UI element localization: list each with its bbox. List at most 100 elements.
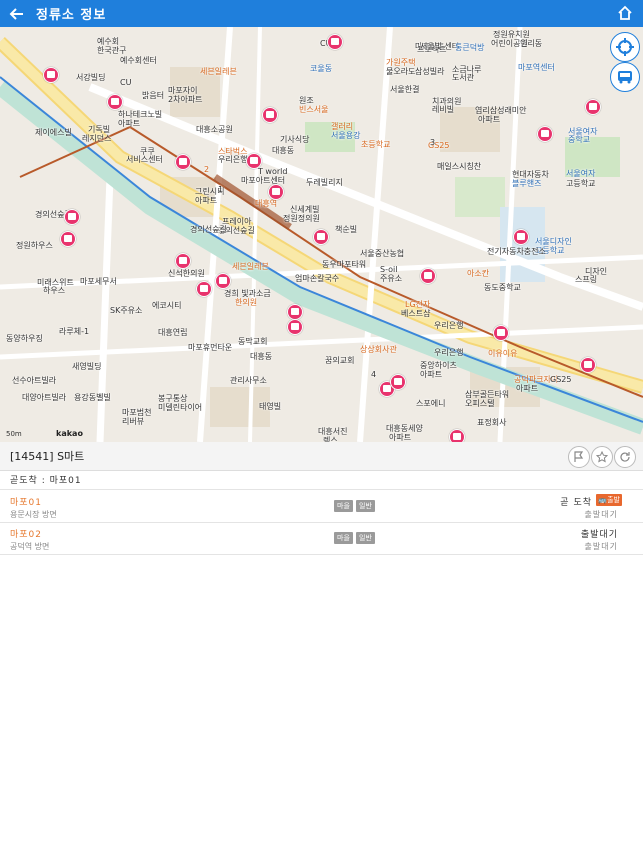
map-place-label: 전기자동차충전소 [487, 247, 546, 256]
map-place-label: T world [258, 167, 288, 176]
map-place-label: 우리은행 [434, 321, 464, 330]
route-class-tag: 일반 [356, 532, 375, 544]
bus-stop-marker[interactable] [287, 319, 303, 335]
map-place-label: 어린이공원 [491, 39, 528, 48]
home-icon [618, 5, 632, 20]
map-place-label: 서비스센터 [126, 155, 163, 164]
home-button[interactable] [615, 3, 635, 23]
map-place-label: 리버뷰 [122, 417, 145, 426]
map-place-label: 마포역센터 [518, 63, 555, 72]
bus-badge-icon: 🚌 [598, 496, 608, 504]
bus-stop-marker[interactable] [580, 357, 596, 373]
bus-stop-marker[interactable] [246, 153, 262, 169]
bus-stop-marker[interactable] [268, 184, 284, 200]
flag-button[interactable] [568, 446, 590, 468]
back-button[interactable] [4, 0, 30, 27]
refresh-button[interactable] [614, 446, 636, 468]
map-place-label: 상상회사관 [360, 345, 397, 354]
map-place-label: 정원하우스 [16, 241, 53, 250]
map-place-label: 베스트샵 [401, 309, 431, 318]
map-place-label: 대흥동 [250, 352, 273, 361]
map-place-label: 도서관 [452, 73, 475, 82]
bus-stop-marker[interactable] [420, 268, 436, 284]
bus-stop-marker[interactable] [107, 94, 123, 110]
bus-stop-marker[interactable] [175, 253, 191, 269]
crosshair-icon [616, 38, 634, 56]
route-type-tag: 마을 [334, 532, 353, 544]
map-place-label: 고등학교 [566, 179, 596, 188]
map-place-label: 통큰덕방 [455, 43, 485, 52]
map-place-label: 코울동 [310, 64, 333, 73]
map-place-label: 세븐일레븐 [200, 67, 237, 76]
map-place-label: 동양하우징 [6, 334, 43, 343]
map-place-label: 봉구통상 [158, 394, 188, 403]
bus-stop-marker[interactable] [390, 374, 406, 390]
bus-stop-marker[interactable] [313, 229, 329, 245]
route-name: 마포02 [10, 530, 43, 540]
bus-stop-marker[interactable] [262, 107, 278, 123]
map-place-label: 두레빌리지 [306, 178, 343, 187]
map-place-label: 삼성빌라 [415, 67, 445, 76]
map-place-label: 엄마손칼국수 [295, 274, 340, 283]
bus-stop-marker[interactable] [449, 429, 465, 442]
map-place-label: 중학교 [568, 135, 591, 144]
bus-stop-marker[interactable] [64, 209, 80, 225]
map-place-label: 신세계빌 [290, 205, 320, 214]
map-view[interactable]: 예수회 한국관구 예수회센터 마포자이 2차아파트 세븐일레븐 서강빌딩 CU 밝음터 하나테크노… [0, 27, 643, 442]
map-place-label: 서강빌딩 [76, 73, 106, 82]
bus-stop-marker[interactable] [43, 67, 59, 83]
map-place-label: 기독빌 [88, 125, 111, 134]
bus-stop-marker[interactable] [60, 231, 76, 247]
map-place-label: 스프링 [575, 275, 598, 284]
route-name: 마포01 [10, 498, 43, 508]
map-place-label: 우리은행 [434, 348, 464, 357]
route-row[interactable]: 마포02 공덕역 방면 마을 일반 출발대기 출발대기 [0, 522, 643, 555]
bus-stop-marker[interactable] [585, 99, 601, 115]
route-direction: 용문시장 방면 [10, 510, 57, 519]
bus-stop-marker[interactable] [513, 229, 529, 245]
route-class-tag: 일반 [356, 500, 375, 512]
map-place-label: 경희 빛과소금 [224, 289, 271, 298]
route-row[interactable]: 마포01 용문시장 방면 마을 일반 곧 도착 🚌출발 출발대기 [0, 490, 643, 523]
map-place-label: 동막교회 [238, 337, 268, 346]
back-arrow-icon [9, 7, 23, 20]
map-place-label: 스포에니 [416, 399, 446, 408]
map-place-label: 주유소 [380, 274, 403, 283]
bus-stop-marker[interactable] [287, 304, 303, 320]
bus-stop-marker[interactable] [196, 281, 212, 297]
map-place-label: CU [120, 78, 132, 87]
map-place-label: 밝음터 [142, 91, 165, 100]
map-place-label: 대흥연립 [158, 328, 188, 337]
bus-stop-marker[interactable] [327, 34, 343, 50]
bus-stop-marker[interactable] [215, 273, 231, 289]
bus-stop-marker[interactable] [537, 126, 553, 142]
favorite-button[interactable] [591, 446, 613, 468]
map-place-label: 1 [218, 185, 224, 194]
map-place-label: 초등학교 [361, 140, 391, 149]
map-place-label: 대흥동 [272, 146, 295, 155]
map-place-label: 아파트 [118, 119, 141, 128]
locate-me-button[interactable] [610, 32, 640, 62]
map-place-label: 이유이유 [488, 349, 518, 358]
map-place-label: 대양아트빌라 [22, 393, 67, 402]
map-place-label: 태영빌 [259, 402, 282, 411]
map-place-label: 원조 [299, 96, 314, 105]
bus-view-button[interactable] [610, 62, 640, 92]
map-place-label: 3 [430, 138, 436, 147]
map-place-label: 관리사무소 [230, 376, 267, 385]
map-place-label: 정원유치원 [493, 30, 530, 39]
map-place-label: 표정회사 [477, 418, 507, 427]
map-place-label: 아파트 [389, 433, 412, 442]
map-place-label: 블루핸즈 [512, 179, 542, 188]
map-place-label: 아파트 [195, 196, 218, 205]
map-place-label: 아파트 [516, 384, 539, 393]
map-place-label: 동도중학교 [484, 283, 521, 292]
map-place-label: 2 [204, 165, 210, 174]
bus-stop-marker[interactable] [175, 154, 191, 170]
map-scale: 50m [6, 430, 22, 438]
map-place-label: 대흥서진 [318, 427, 348, 436]
map-place-label: 꿈의교회 [325, 356, 355, 365]
map-place-label: 우리은행 [218, 155, 248, 164]
bus-stop-marker[interactable] [493, 325, 509, 341]
map-place-label: 예수회센터 [120, 56, 157, 65]
